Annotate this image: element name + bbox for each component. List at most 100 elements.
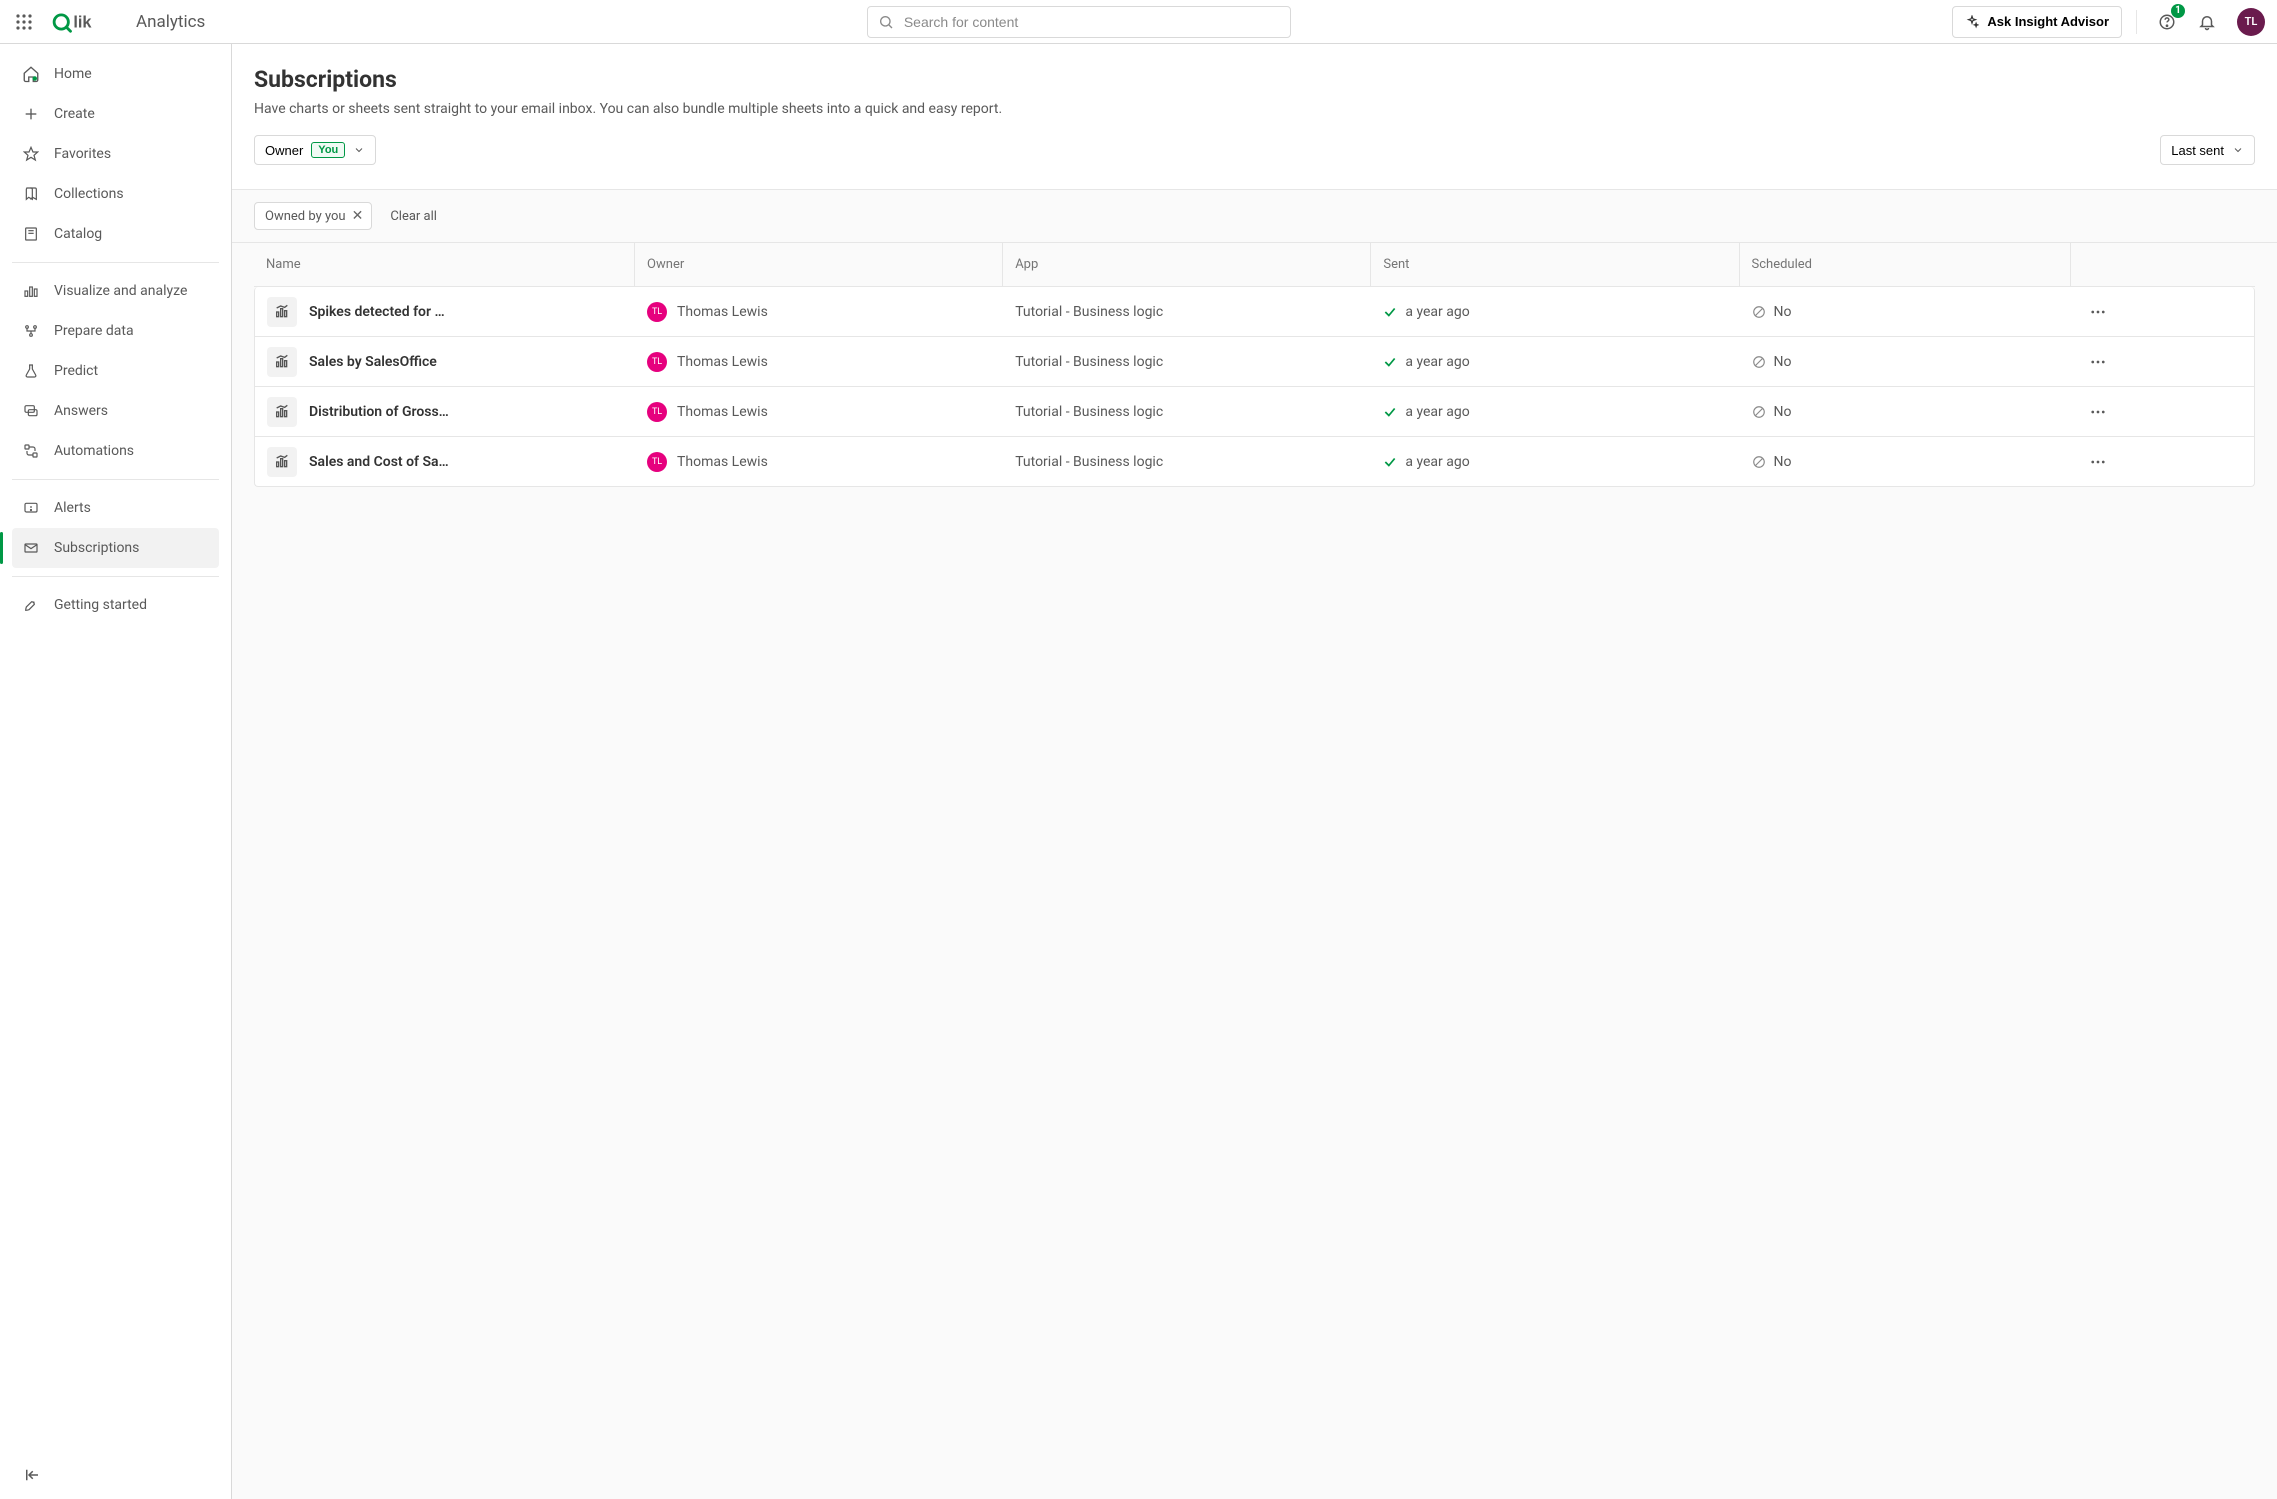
svg-text:lik: lik	[73, 13, 92, 31]
sidebar-item-label: Getting started	[54, 597, 147, 613]
sidebar-item-visualize[interactable]: Visualize and analyze	[12, 271, 219, 311]
chart-icon	[267, 447, 297, 477]
owner-filter-badge: You	[311, 142, 345, 158]
sidebar: Home Create Favorites Collections	[0, 44, 232, 1499]
block-icon	[1752, 305, 1766, 319]
star-icon	[22, 146, 40, 162]
row-app: Tutorial - Business logic	[1015, 454, 1163, 470]
sidebar-item-favorites[interactable]: Favorites	[12, 134, 219, 174]
answers-icon	[22, 403, 40, 419]
search-input[interactable]	[902, 13, 1280, 31]
row-owner: Thomas Lewis	[677, 454, 768, 470]
row-scheduled: No	[1774, 404, 1792, 420]
owner-filter-button[interactable]: Owner You	[254, 135, 376, 165]
sidebar-item-label: Answers	[54, 403, 108, 419]
mail-icon	[22, 540, 40, 556]
qlik-logo[interactable]: lik	[52, 11, 116, 33]
col-header-actions	[2071, 243, 2255, 287]
table-row[interactable]: Sales by SalesOffice TL Thomas Lewis Tut…	[254, 337, 2255, 387]
rocket-icon	[22, 597, 40, 613]
bell-icon	[2198, 13, 2216, 31]
search-icon	[878, 14, 894, 30]
close-icon[interactable]: ✕	[352, 208, 364, 224]
prepare-icon	[22, 323, 40, 339]
top-nav: lik Analytics Ask Insight Advisor 1 TL	[0, 0, 2277, 44]
user-avatar[interactable]: TL	[2237, 8, 2265, 36]
table-row[interactable]: Spikes detected for Cos… TL Thomas Lewis…	[254, 287, 2255, 337]
more-icon	[2089, 353, 2107, 371]
owner-avatar: TL	[647, 452, 667, 472]
table-row[interactable]: Distribution of Gross Pr… TL Thomas Lewi…	[254, 387, 2255, 437]
sidebar-item-predict[interactable]: Predict	[12, 351, 219, 391]
sidebar-item-label: Create	[54, 106, 95, 122]
product-name: Analytics	[136, 12, 205, 32]
ask-insight-advisor-button[interactable]: Ask Insight Advisor	[1952, 6, 2122, 38]
col-header-sent[interactable]: Sent	[1371, 243, 1739, 287]
col-header-app[interactable]: App	[1003, 243, 1371, 287]
divider	[2136, 10, 2137, 34]
table-row[interactable]: Sales and Cost of Sale … TL Thomas Lewis…	[254, 437, 2255, 487]
more-icon	[2089, 453, 2107, 471]
filter-chip-owned-by-you[interactable]: Owned by you ✕	[254, 202, 372, 230]
sidebar-item-label: Subscriptions	[54, 540, 139, 556]
sidebar-item-automations[interactable]: Automations	[12, 431, 219, 471]
block-icon	[1752, 355, 1766, 369]
more-icon	[2089, 403, 2107, 421]
row-owner: Thomas Lewis	[677, 304, 768, 320]
col-header-name[interactable]: Name	[254, 243, 635, 287]
subscriptions-table: Name Owner App Sent Scheduled Spikes det…	[254, 243, 2255, 487]
app-launcher-button[interactable]	[8, 6, 40, 38]
active-filters-bar: Owned by you ✕ Clear all	[232, 189, 2277, 243]
sort-label: Last sent	[2171, 143, 2224, 158]
sidebar-item-alerts[interactable]: Alerts	[12, 488, 219, 528]
sidebar-item-create[interactable]: Create	[12, 94, 219, 134]
row-sent: a year ago	[1405, 354, 1469, 370]
row-more-button[interactable]	[2083, 397, 2113, 427]
row-sent: a year ago	[1405, 454, 1469, 470]
apps-grid-icon	[16, 14, 32, 30]
sidebar-item-home[interactable]: Home	[12, 54, 219, 94]
notifications-button[interactable]	[2191, 6, 2223, 38]
row-app: Tutorial - Business logic	[1015, 304, 1163, 320]
global-search[interactable]	[867, 6, 1291, 38]
row-scheduled: No	[1774, 304, 1792, 320]
check-icon	[1383, 405, 1397, 419]
sidebar-item-prepare[interactable]: Prepare data	[12, 311, 219, 351]
sparkleles-icon	[1965, 15, 1979, 29]
sidebar-item-subscriptions[interactable]: Subscriptions	[12, 528, 219, 568]
filter-chip-label: Owned by you	[265, 209, 346, 224]
row-more-button[interactable]	[2083, 447, 2113, 477]
owner-avatar: TL	[647, 352, 667, 372]
row-app: Tutorial - Business logic	[1015, 354, 1163, 370]
help-button[interactable]: 1	[2151, 6, 2183, 38]
sidebar-item-catalog[interactable]: Catalog	[12, 214, 219, 254]
sidebar-item-label: Collections	[54, 186, 124, 202]
row-sent: a year ago	[1405, 404, 1469, 420]
row-name: Distribution of Gross Pr…	[309, 404, 449, 420]
sidebar-item-answers[interactable]: Answers	[12, 391, 219, 431]
clear-all-filters[interactable]: Clear all	[390, 209, 437, 224]
nav-divider	[12, 576, 219, 577]
collapse-sidebar-button[interactable]	[18, 1461, 46, 1489]
owner-avatar: TL	[647, 402, 667, 422]
subscriptions-table-wrap: Name Owner App Sent Scheduled Spikes det…	[232, 243, 2277, 1499]
chevron-down-icon	[353, 144, 365, 156]
row-more-button[interactable]	[2083, 347, 2113, 377]
automation-icon	[22, 443, 40, 459]
ask-insight-advisor-label: Ask Insight Advisor	[1987, 14, 2109, 29]
chart-icon	[22, 283, 40, 299]
owner-avatar: TL	[647, 302, 667, 322]
col-header-scheduled[interactable]: Scheduled	[1740, 243, 2071, 287]
col-header-owner[interactable]: Owner	[635, 243, 1003, 287]
row-owner: Thomas Lewis	[677, 404, 768, 420]
sort-button[interactable]: Last sent	[2160, 135, 2255, 165]
row-more-button[interactable]	[2083, 297, 2113, 327]
sidebar-item-label: Catalog	[54, 226, 102, 242]
sidebar-item-collections[interactable]: Collections	[12, 174, 219, 214]
row-name: Sales and Cost of Sale …	[309, 454, 449, 470]
sidebar-item-getting-started[interactable]: Getting started	[12, 585, 219, 625]
more-icon	[2089, 303, 2107, 321]
chart-icon	[267, 397, 297, 427]
row-scheduled: No	[1774, 454, 1792, 470]
check-icon	[1383, 455, 1397, 469]
